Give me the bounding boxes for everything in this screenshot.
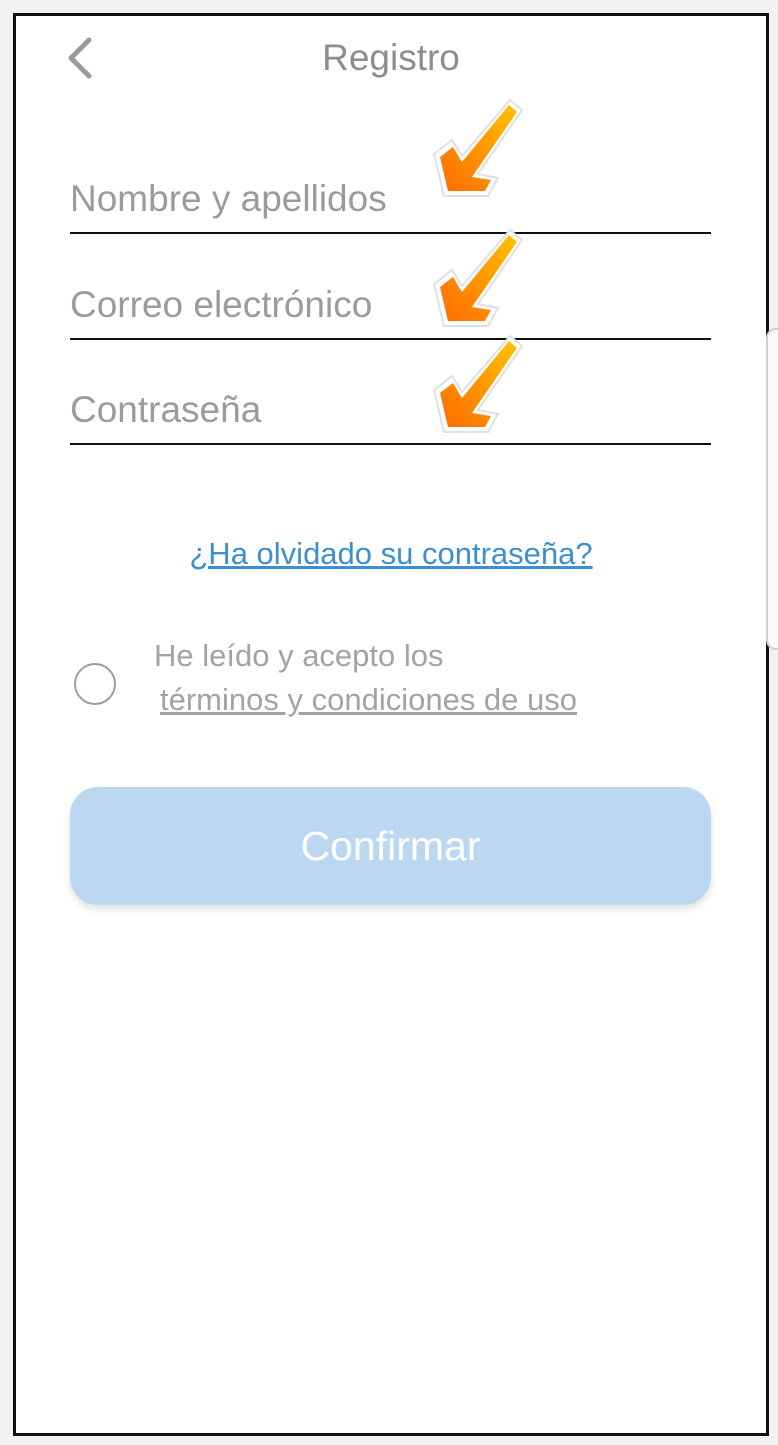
edge-panel-handle[interactable] [766,328,778,650]
confirm-button[interactable]: Confirmar [70,787,711,905]
password-input[interactable] [70,389,711,431]
app-screen: Registro Nombre y apellidos Correo elect… [13,13,769,1436]
forgot-password-link[interactable]: ¿Ha olvidado su contraseña? [16,536,766,572]
terms-label: He leído y acepto los [154,638,444,673]
name-field[interactable] [70,140,711,234]
email-input[interactable] [70,284,711,326]
email-field[interactable] [70,246,711,340]
password-field[interactable] [70,351,711,445]
accept-terms-radio[interactable] [74,663,116,705]
name-input[interactable] [70,178,711,220]
terms-link[interactable]: términos y condiciones de uso [160,682,577,718]
page-title: Registro [322,37,460,78]
